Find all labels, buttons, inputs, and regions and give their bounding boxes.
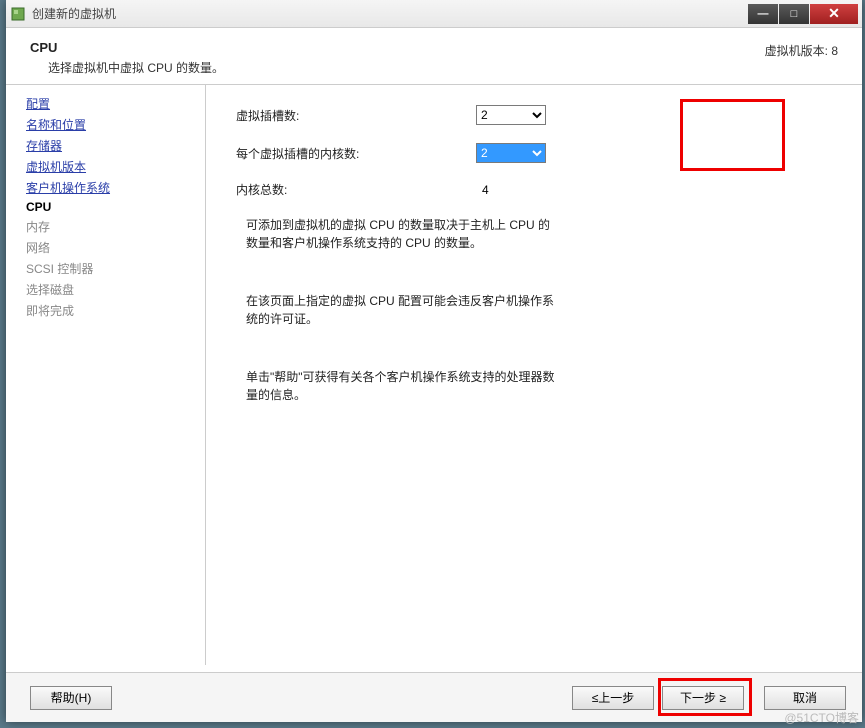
row-cores: 每个虚拟插槽的内核数: 2 xyxy=(236,143,832,163)
window-controls: — □ ✕ xyxy=(747,4,858,24)
close-button[interactable]: ✕ xyxy=(810,4,858,24)
step-select-disk: 选择磁盘 xyxy=(26,281,205,298)
cores-label: 每个虚拟插槽的内核数: xyxy=(236,145,476,162)
next-button[interactable]: 下一步 ≥ xyxy=(662,686,744,710)
wizard-body: 配置 名称和位置 存储器 虚拟机版本 客户机操作系统 CPU 内存 网络 SCS… xyxy=(6,85,862,665)
total-cores-label: 内核总数: xyxy=(236,181,476,198)
title-bar: 创建新的虚拟机 — □ ✕ xyxy=(6,0,862,28)
cores-dropdown[interactable]: 2 xyxy=(476,143,546,163)
sockets-dropdown[interactable]: 2 xyxy=(476,105,546,125)
maximize-button[interactable]: □ xyxy=(779,4,809,24)
vm-version-label: 虚拟机版本: 8 xyxy=(765,42,838,59)
main-panel: 虚拟插槽数: 2 每个虚拟插槽的内核数: 2 内核总数: 4 xyxy=(206,85,862,665)
step-network: 网络 xyxy=(26,239,205,256)
step-scsi: SCSI 控制器 xyxy=(26,260,205,277)
wizard-steps: 配置 名称和位置 存储器 虚拟机版本 客户机操作系统 CPU 内存 网络 SCS… xyxy=(6,85,206,665)
window-title: 创建新的虚拟机 xyxy=(32,5,747,22)
info-text-2: 在该页面上指定的虚拟 CPU 配置可能会违反客户机操作系统的许可证。 xyxy=(246,292,556,328)
info-text-3: 单击"帮助"可获得有关各个客户机操作系统支持的处理器数量的信息。 xyxy=(246,368,556,404)
dialog-window: 创建新的虚拟机 — □ ✕ CPU 选择虚拟机中虚拟 CPU 的数量。 虚拟机版… xyxy=(6,0,862,722)
help-button[interactable]: 帮助(H) xyxy=(30,686,112,710)
wizard-header: CPU 选择虚拟机中虚拟 CPU 的数量。 虚拟机版本: 8 xyxy=(6,28,862,85)
minimize-button[interactable]: — xyxy=(748,4,778,24)
cancel-button[interactable]: 取消 xyxy=(764,686,846,710)
step-storage[interactable]: 存储器 xyxy=(26,137,205,154)
info-text-1: 可添加到虚拟机的虚拟 CPU 的数量取决于主机上 CPU 的数量和客户机操作系统… xyxy=(246,216,556,252)
step-memory: 内存 xyxy=(26,218,205,235)
page-subtitle: 选择虚拟机中虚拟 CPU 的数量。 xyxy=(48,59,765,76)
page-title: CPU xyxy=(30,40,765,55)
step-guest-os[interactable]: 客户机操作系统 xyxy=(26,179,205,196)
back-button[interactable]: ≤上一步 xyxy=(572,686,654,710)
row-total: 内核总数: 4 xyxy=(236,181,832,198)
total-cores-value: 4 xyxy=(476,183,576,197)
step-cpu: CPU xyxy=(26,200,205,214)
sockets-label: 虚拟插槽数: xyxy=(236,107,476,124)
app-icon xyxy=(10,6,26,22)
step-ready: 即将完成 xyxy=(26,302,205,319)
row-sockets: 虚拟插槽数: 2 xyxy=(236,105,832,125)
wizard-footer: 帮助(H) ≤上一步 下一步 ≥ 取消 xyxy=(6,672,862,722)
step-name-location[interactable]: 名称和位置 xyxy=(26,116,205,133)
step-vm-version[interactable]: 虚拟机版本 xyxy=(26,158,205,175)
step-config[interactable]: 配置 xyxy=(26,95,205,112)
watermark: @51CTO博客 xyxy=(784,709,859,726)
